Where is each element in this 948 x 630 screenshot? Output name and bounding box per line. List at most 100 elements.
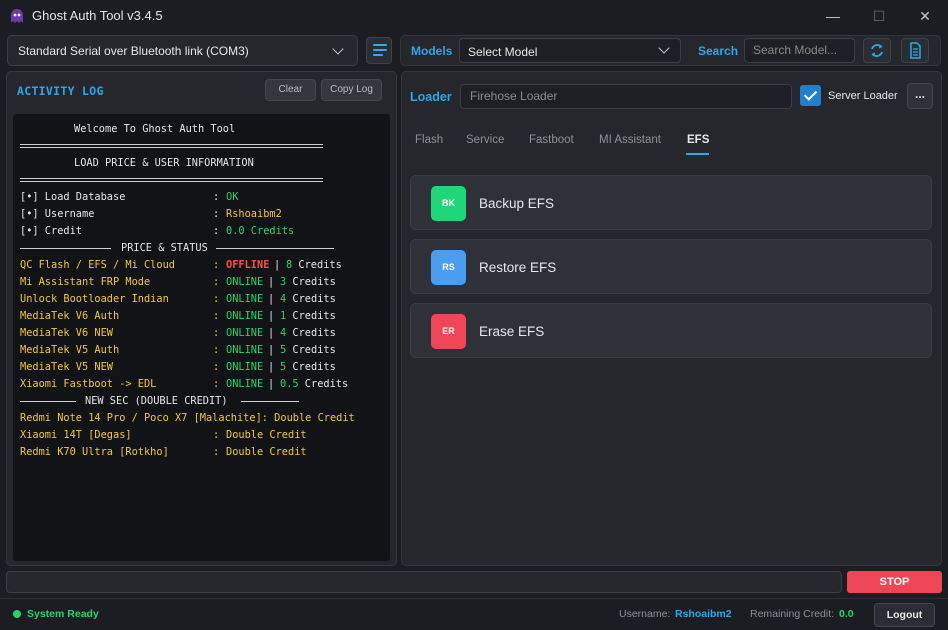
price-item-name: MediaTek V5 NEW [20,361,113,373]
username-value: Rshoaibm2 [675,608,732,620]
tab-efs[interactable]: EFS [687,134,709,146]
search-input[interactable]: Search Model... [744,38,855,63]
minimize-button[interactable]: — [818,5,848,27]
price-item-credits: 4 Credits [280,327,336,339]
info-value: 0.0 Credits [226,225,295,237]
restore-efs-label: Restore EFS [479,260,557,275]
activity-log-panel: ACTIVITY LOG Clear Copy Log Welcome To G… [6,71,397,566]
divider [20,401,76,402]
info-key: [•] Username [20,208,95,220]
tab-fastboot[interactable]: Fastboot [529,134,574,146]
menu-icon-line [373,54,383,56]
section-price-title: PRICE & STATUS [121,242,208,254]
price-item-status: ONLINE [226,378,264,390]
price-item-status: ONLINE [226,344,264,356]
divider [20,248,111,249]
document-button[interactable] [901,38,929,63]
price-item-credits: 4 Credits [280,293,336,305]
menu-icon [373,44,387,46]
copy-log-button[interactable]: Copy Log [321,79,382,101]
separator-pipe: | [268,344,275,356]
more-button[interactable]: ... [907,83,933,109]
price-item-credits: 5 Credits [280,361,336,373]
new-sec-item-name: Redmi K70 Ultra [Rotkho] [20,446,169,458]
tab-service[interactable]: Service [466,134,504,146]
stop-button[interactable]: STOP [847,571,942,593]
logout-button[interactable]: Logout [874,603,935,627]
status-bar: System Ready Username: Rshoaibm2 Remaini… [0,598,948,630]
username-label: Username: [619,608,671,620]
port-select-value: Standard Serial over Bluetooth link (COM… [18,44,249,58]
close-button[interactable]: ✕ [910,5,940,27]
separator-pipe: | [268,378,275,390]
refresh-button[interactable] [863,38,891,63]
separator-colon: : [213,378,220,390]
separator-pipe: | [274,259,281,271]
info-value: Rshoaibm2 [226,208,282,220]
model-select-value: Select Model [468,45,538,59]
erase-badge: ER [431,314,466,349]
separator-colon: : [213,361,220,373]
separator-colon: : [213,327,220,339]
status-dot-icon [13,610,21,618]
price-item-name: Xiaomi Fastboot -> EDL [20,378,157,390]
info-key: [•] Credit [20,225,82,237]
price-item-status: ONLINE [226,310,264,322]
price-item-credits: 3 Credits [280,276,336,288]
separator-pipe: | [268,327,275,339]
restore-efs-button[interactable]: RS Restore EFS [410,239,932,294]
clear-button[interactable]: Clear [265,79,316,101]
price-item-status: ONLINE [226,361,264,373]
new-sec-item-value: Double Credit [226,429,307,441]
status-text: System Ready [27,608,99,620]
price-item-credits: 0.5 Credits [280,378,349,390]
new-sec-item-name: Xiaomi 14T [Degas] [20,429,132,441]
price-item-name: MediaTek V6 NEW [20,327,113,339]
maximize-button[interactable]: ☐ [864,5,894,27]
separator-colon: : [213,344,220,356]
port-select[interactable]: Standard Serial over Bluetooth link (COM… [7,35,358,66]
divider [241,401,299,402]
section-new-title: NEW SEC (DOUBLE CREDIT) [85,395,228,407]
info-key: [•] Load Database [20,191,126,203]
new-sec-item: Redmi Note 14 Pro / Poco X7 [Malachite]:… [20,412,355,424]
menu-button[interactable] [366,37,392,64]
restore-badge: RS [431,250,466,285]
tab-mi-assistant[interactable]: MI Assistant [599,134,661,146]
info-value: OK [226,191,239,203]
price-item-credits: 8 Credits [286,259,342,271]
server-loader-checkbox[interactable] [800,85,821,106]
operations-panel: Loader Firehose Loader Server Loader ...… [401,71,942,566]
window-title: Ghost Auth Tool v3.4.5 [32,8,163,23]
active-tab-indicator [686,153,709,155]
server-loader-label: Server Loader [828,90,898,102]
erase-efs-button[interactable]: ER Erase EFS [410,303,932,358]
separator-colon: : [213,225,220,237]
separator-colon: : [213,259,220,271]
log-console[interactable]: Welcome To Ghost Auth Tool LOAD PRICE & … [13,114,390,561]
separator-colon: : [213,276,220,288]
loader-input[interactable]: Firehose Loader [460,84,792,109]
credit-label: Remaining Credit: [750,608,835,620]
erase-efs-label: Erase EFS [479,324,545,339]
price-item-name: QC Flash / EFS / Mi Cloud [20,259,175,271]
refresh-icon [871,44,883,57]
tab-flash[interactable]: Flash [415,134,443,146]
activity-log-title: ACTIVITY LOG [17,84,104,98]
search-label: Search [698,44,739,58]
price-item-credits: 5 Credits [280,344,336,356]
separator-colon: : [213,310,220,322]
price-item-name: Unlock Bootloader Indian [20,293,169,305]
model-select[interactable]: Select Model [459,38,681,63]
divider [20,178,323,182]
price-item-status: ONLINE [226,276,264,288]
price-item-name: Mi Assistant FRP Mode [20,276,151,288]
section-load-title: LOAD PRICE & USER INFORMATION [74,157,254,169]
price-item-name: MediaTek V5 Auth [20,344,120,356]
separator-colon: : [213,293,220,305]
chevron-down-icon [332,43,344,55]
price-item-name: MediaTek V6 Auth [20,310,120,322]
title-bar: Ghost Auth Tool v3.4.5 — ☐ ✕ [0,0,948,32]
backup-badge: BK [431,186,466,221]
backup-efs-button[interactable]: BK Backup EFS [410,175,932,230]
